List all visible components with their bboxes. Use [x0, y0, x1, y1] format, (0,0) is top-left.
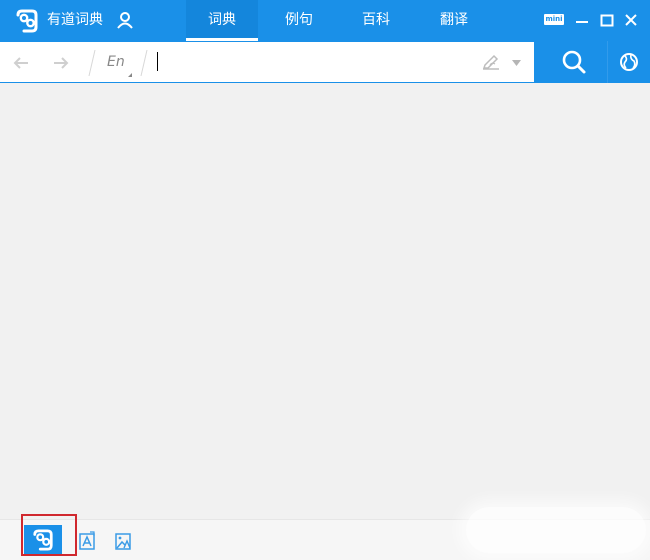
tab-encyclopedia-label: 百科 [362, 12, 390, 28]
language-corner-icon [128, 73, 132, 77]
language-selector[interactable]: En [107, 53, 125, 71]
youdao-logo [16, 9, 38, 33]
dropdown-arrow-icon[interactable] [512, 60, 521, 66]
close-icon[interactable] [624, 12, 638, 29]
tab-encyclopedia[interactable]: 百科 [340, 0, 412, 41]
tab-translate[interactable]: 翻译 [418, 0, 490, 41]
search-box: En [0, 42, 534, 82]
search-button[interactable] [534, 41, 606, 83]
search-bar: En [0, 41, 650, 83]
maximize-icon[interactable] [600, 12, 614, 29]
blurred-watermark [466, 507, 646, 553]
text-caret [157, 52, 158, 71]
tab-examples-label: 例句 [285, 12, 313, 28]
globe-icon[interactable] [607, 41, 650, 83]
tab-translate-label: 翻译 [440, 12, 468, 28]
youdao-logo-icon [33, 529, 53, 551]
user-icon[interactable] [116, 11, 134, 29]
back-arrow-icon[interactable] [12, 54, 30, 72]
handwriting-pen-icon[interactable] [481, 53, 501, 71]
mini-mode-button[interactable]: mini [544, 14, 564, 25]
title-bar: 有道词典 词典 例句 百科 翻译 mini [0, 0, 650, 41]
word-card-icon[interactable] [78, 531, 96, 551]
dictionary-home-button[interactable] [24, 525, 62, 555]
divider [88, 50, 96, 76]
minimize-icon[interactable] [575, 12, 589, 29]
tab-dictionary-label: 词典 [208, 12, 236, 28]
search-input[interactable] [154, 48, 468, 76]
tab-examples[interactable]: 例句 [263, 0, 335, 41]
result-content-area [0, 83, 650, 519]
tab-dictionary[interactable]: 词典 [186, 0, 258, 41]
divider [140, 50, 148, 76]
app-title: 有道词典 [47, 12, 103, 28]
image-translate-icon[interactable] [114, 531, 132, 551]
forward-arrow-icon[interactable] [52, 54, 70, 72]
